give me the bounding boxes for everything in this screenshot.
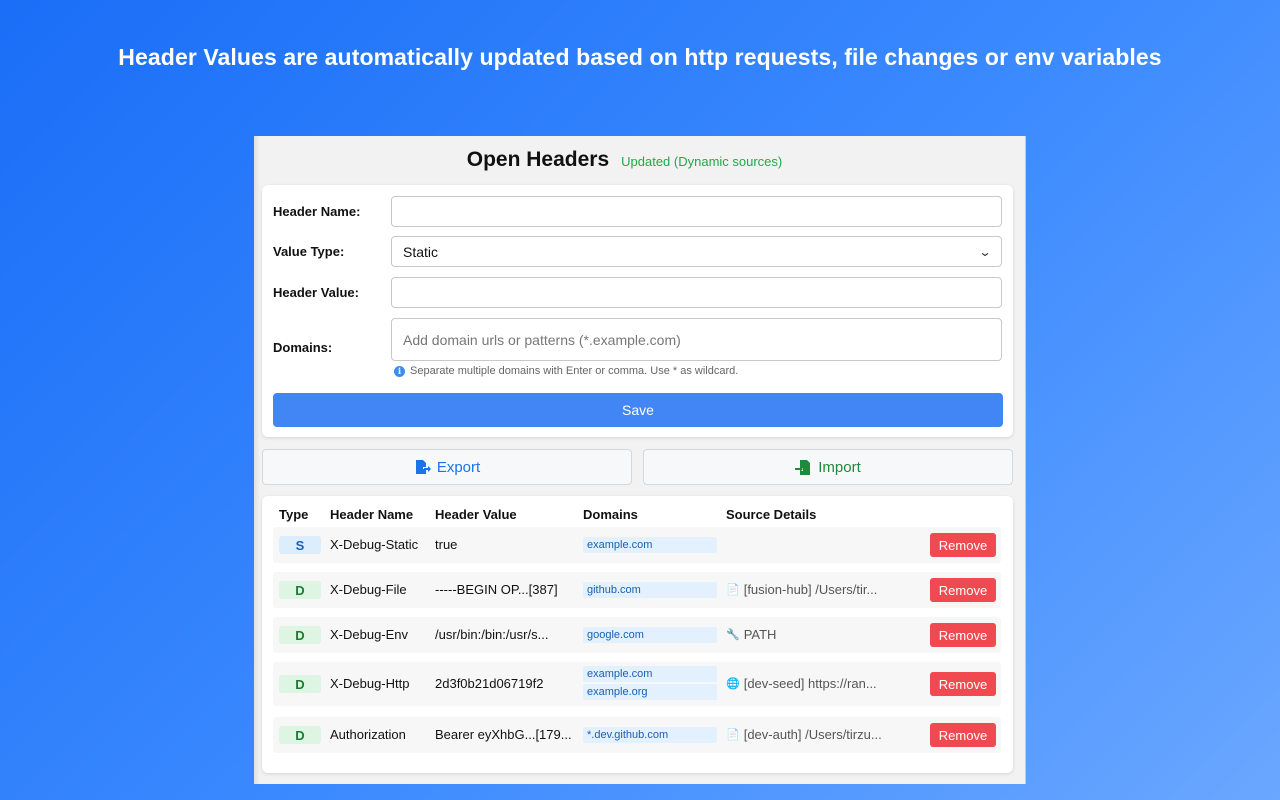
status-text: Updated (Dynamic sources) — [621, 153, 783, 169]
type-badge: D — [279, 675, 321, 693]
type-badge: D — [279, 726, 321, 744]
import-label: Import — [818, 458, 861, 476]
info-icon: i — [394, 365, 405, 377]
domains-placeholder: Add domain urls or patterns (*.example.c… — [403, 331, 681, 348]
row-header-value: 2d3f0b21d06719f2 — [435, 676, 544, 691]
table-row: D X-Debug-Env /usr/bin:/bin:/usr/s... go… — [273, 617, 1001, 653]
source-text: [dev-auth] /Users/tirzu... — [743, 727, 882, 742]
app-title: Open Headers — [466, 148, 610, 171]
chevron-down-icon: ⌄ — [978, 244, 992, 259]
save-button[interactable]: Save — [273, 393, 1003, 427]
domains-row: Domains: Add domain urls or patterns (*.… — [273, 318, 1002, 361]
value-type-label: Value Type: — [273, 244, 345, 259]
import-button[interactable]: Import — [643, 449, 1013, 485]
row-header-value: true — [435, 537, 458, 552]
export-label: Export — [436, 458, 481, 476]
domain-chip: example.com — [583, 537, 717, 553]
table-row: D X-Debug-File -----BEGIN OP...[387] git… — [273, 572, 1001, 608]
column-header-value: Header Value — [435, 507, 517, 522]
popup-shadow — [254, 136, 260, 784]
header-value-input[interactable] — [391, 277, 1002, 308]
wrench-icon: 🔧 — [726, 629, 740, 641]
domains-hint: i Separate multiple domains with Enter o… — [394, 365, 738, 377]
domain-chip: *.dev.github.com — [583, 727, 717, 743]
remove-button[interactable]: Remove — [930, 578, 996, 602]
row-header-name: X-Debug-File — [330, 582, 407, 597]
source-text: [dev-seed] https://ran... — [743, 676, 877, 691]
table-row: S X-Debug-Static true example.com Remove — [273, 527, 1001, 563]
row-header-name: X-Debug-Http — [330, 676, 410, 691]
source-text: [fusion-hub] /Users/tir... — [743, 582, 878, 597]
remove-button[interactable]: Remove — [930, 623, 996, 647]
extension-popup: Open Headers Updated (Dynamic sources) H… — [254, 136, 1026, 784]
row-header-name: X-Debug-Env — [330, 627, 409, 642]
globe-icon: 🌐 — [726, 678, 740, 690]
header-name-row: Header Name: — [273, 196, 1002, 227]
domain-chip: google.com — [583, 627, 717, 643]
row-header-name: Authorization — [330, 727, 406, 742]
type-badge: D — [279, 626, 321, 644]
domain-chip: example.org — [583, 684, 717, 700]
value-type-select[interactable]: Static ⌄ — [391, 236, 1002, 267]
domains-label: Domains: — [273, 339, 333, 355]
row-header-value: -----BEGIN OP...[387] — [435, 582, 558, 597]
type-badge: S — [279, 536, 321, 554]
column-header-domains: Domains — [583, 507, 638, 522]
remove-button[interactable]: Remove — [930, 723, 996, 747]
value-type-selected: Static — [403, 243, 439, 260]
export-icon — [415, 459, 431, 474]
header-value-label: Header Value: — [273, 285, 359, 300]
source-details: 📄 [fusion-hub] /Users/tir... — [726, 582, 877, 597]
type-badge: D — [279, 581, 321, 599]
source-details: 🔧 PATH — [726, 627, 776, 642]
column-header-type: Type — [279, 507, 309, 522]
export-button[interactable]: Export — [262, 449, 632, 485]
remove-button[interactable]: Remove — [930, 533, 996, 557]
popup-header: Open Headers Updated (Dynamic sources) — [254, 136, 1025, 184]
source-details: 📄 [dev-auth] /Users/tirzu... — [726, 727, 882, 742]
row-header-value: /usr/bin:/bin:/usr/s... — [435, 627, 549, 642]
header-form: Header Name: Value Type: Static ⌄ Header… — [262, 185, 1013, 437]
column-header-source: Source Details — [726, 507, 817, 522]
domains-input[interactable]: Add domain urls or patterns (*.example.c… — [391, 318, 1002, 361]
remove-button[interactable]: Remove — [930, 672, 996, 696]
file-icon: 📄 — [726, 584, 740, 596]
domain-chip: github.com — [583, 582, 717, 598]
domains-hint-text: Separate multiple domains with Enter or … — [410, 365, 739, 377]
header-name-label: Header Name: — [273, 204, 361, 219]
column-header-name: Header Name — [330, 507, 414, 522]
file-icon: 📄 — [726, 729, 740, 741]
headers-table: Type Header Name Header Value Domains So… — [262, 496, 1013, 773]
table-row: D Authorization Bearer eyXhbG...[179... … — [273, 717, 1001, 753]
import-icon — [795, 459, 811, 475]
header-name-input[interactable] — [391, 196, 1002, 227]
row-header-value: Bearer eyXhbG...[179... — [435, 727, 572, 742]
value-type-row: Value Type: Static ⌄ — [273, 236, 1002, 267]
table-row: D X-Debug-Http 2d3f0b21d06719f2 example.… — [273, 662, 1001, 706]
row-header-name: X-Debug-Static — [330, 537, 419, 552]
source-text: PATH — [743, 627, 777, 642]
domain-chip: example.com — [583, 666, 717, 682]
banner-text: Header Values are automatically updated … — [118, 44, 1162, 70]
source-details: 🌐 [dev-seed] https://ran... — [726, 676, 877, 691]
header-value-row: Header Value: — [273, 277, 1002, 308]
